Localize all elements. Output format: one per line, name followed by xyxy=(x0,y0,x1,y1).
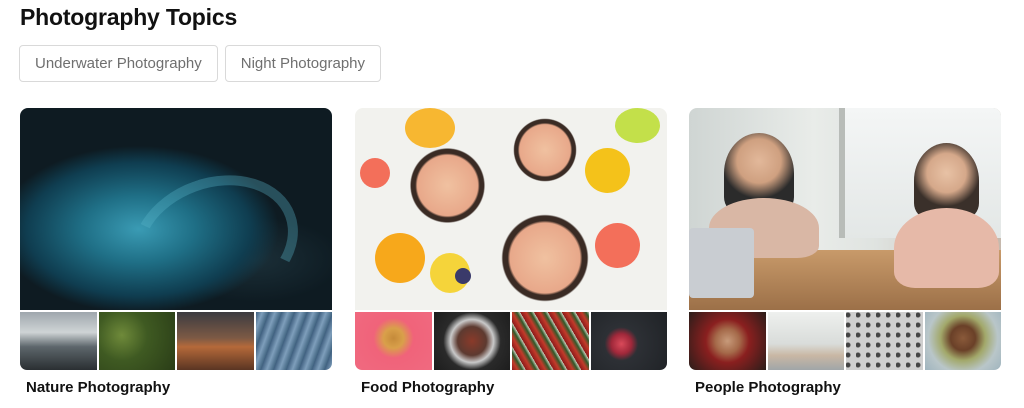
bowl-shape xyxy=(490,203,600,310)
nature-thumb-desert[interactable] xyxy=(177,312,254,370)
nature-card-title[interactable]: Nature Photography xyxy=(26,379,332,396)
food-card-title[interactable]: Food Photography xyxy=(361,379,667,396)
nature-thumb-mountain[interactable] xyxy=(20,312,97,370)
bowl-shape xyxy=(400,138,495,233)
food-thumb-dish[interactable] xyxy=(433,312,510,370)
grapefruit-slice xyxy=(360,158,390,188)
topic-card-food[interactable]: Food Photography xyxy=(355,108,667,396)
chip-underwater-photography[interactable]: Underwater Photography xyxy=(19,45,218,82)
people-thumb-crowd[interactable] xyxy=(846,312,923,370)
people-thumb-man-portrait[interactable] xyxy=(689,312,766,370)
blueberry xyxy=(455,268,471,284)
topic-card-people[interactable]: People Photography xyxy=(689,108,1001,396)
people-thumb-living-room[interactable] xyxy=(767,312,844,370)
food-thumb-raspberries[interactable] xyxy=(590,312,667,370)
people-thumb-woman-smiling[interactable] xyxy=(924,312,1001,370)
grapefruit-slice xyxy=(595,223,640,268)
bowl-shape xyxy=(505,110,585,190)
topic-card-nature[interactable]: Nature Photography xyxy=(20,108,332,396)
food-thumb-burger-fries[interactable] xyxy=(355,312,432,370)
people-hero-image[interactable] xyxy=(689,108,1001,310)
page-title: Photography Topics xyxy=(20,4,238,30)
food-thumbnails xyxy=(355,312,667,370)
topic-chips: Underwater Photography Night Photography xyxy=(19,45,382,82)
person-shape xyxy=(894,208,999,288)
chip-night-photography[interactable]: Night Photography xyxy=(224,45,382,82)
people-thumbnails xyxy=(689,312,1001,370)
laptop-shape xyxy=(689,228,754,298)
orange-slice xyxy=(375,233,425,283)
nature-thumbnails xyxy=(20,312,332,370)
nature-hero-image[interactable] xyxy=(20,108,332,310)
lime-slice xyxy=(615,108,660,143)
food-hero-image[interactable] xyxy=(355,108,667,310)
person-shape xyxy=(914,143,979,218)
people-card-title[interactable]: People Photography xyxy=(695,379,1001,396)
food-thumb-skewers[interactable] xyxy=(512,312,589,370)
nature-thumb-ice[interactable] xyxy=(255,312,332,370)
nature-thumb-forest[interactable] xyxy=(98,312,175,370)
orange-slice xyxy=(405,108,455,148)
mango-slice xyxy=(585,148,630,193)
